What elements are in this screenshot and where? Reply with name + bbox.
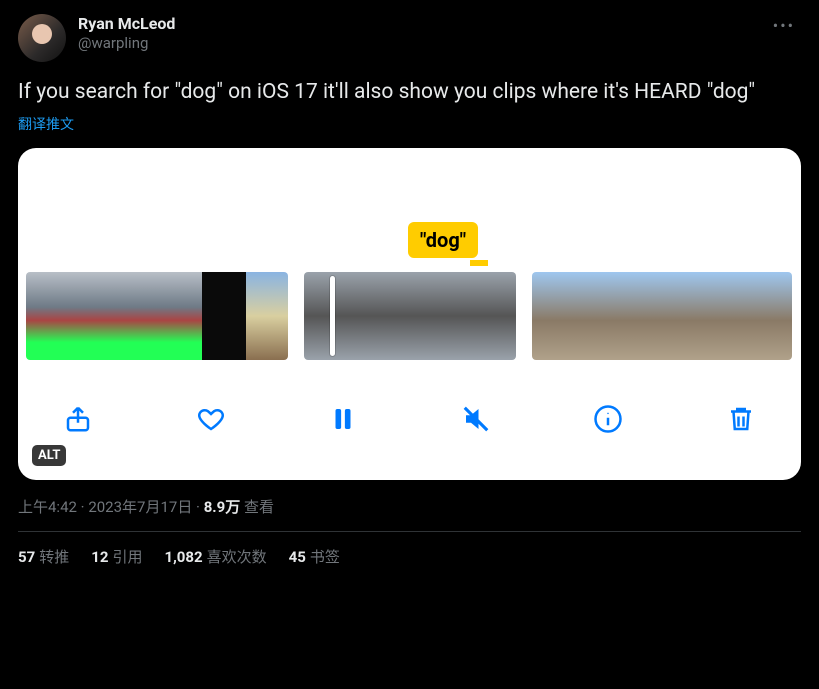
info-icon[interactable] [592, 403, 624, 435]
video-filmstrip[interactable] [18, 272, 801, 360]
author-names: Ryan McLeod @warpling [78, 14, 175, 53]
tweet-stats: 57转推 12引用 1,082 喜欢次数 45书签 [18, 532, 801, 581]
stat-likes[interactable]: 1,082 喜欢次数 [164, 546, 266, 567]
trash-icon[interactable] [725, 403, 757, 435]
clip-thumbnail[interactable] [304, 272, 516, 360]
caption-marker [470, 260, 488, 266]
meta-separator: · [192, 498, 203, 516]
playhead[interactable] [330, 276, 335, 356]
stat-label: 书签 [310, 548, 340, 566]
share-icon[interactable] [62, 403, 94, 435]
stat-count: 12 [91, 548, 108, 566]
stat-bookmarks[interactable]: 45书签 [289, 546, 340, 567]
translate-link[interactable]: 翻译推文 [18, 114, 74, 134]
stat-quotes[interactable]: 12引用 [91, 546, 142, 567]
mute-icon[interactable] [460, 403, 492, 435]
stat-count: 45 [289, 548, 306, 566]
handle[interactable]: @warpling [78, 34, 175, 53]
alt-badge[interactable]: ALT [32, 445, 66, 466]
stat-label: 引用 [112, 548, 142, 566]
tweet-header: Ryan McLeod @warpling ••• [18, 14, 801, 62]
meta-date[interactable]: 2023年7月17日 [88, 498, 192, 516]
stat-count: 1,082 [164, 548, 202, 566]
tweet: Ryan McLeod @warpling ••• If you search … [0, 0, 819, 581]
stat-label: 喜欢次数 [207, 548, 267, 566]
clip-thumbnail[interactable] [532, 272, 792, 360]
media-card[interactable]: "dog" [18, 148, 801, 480]
photos-toolbar [18, 390, 801, 448]
avatar[interactable] [18, 14, 66, 62]
meta-time[interactable]: 上午4:42 [18, 498, 77, 516]
tweet-meta: 上午4:42 · 2023年7月17日 · 8.9万 查看 [18, 496, 801, 517]
views-count: 8.9万 [204, 498, 241, 516]
stat-count: 57 [18, 548, 35, 566]
tweet-text: If you search for "dog" on iOS 17 it'll … [18, 78, 801, 106]
views-label: 查看 [240, 498, 274, 516]
more-icon[interactable]: ••• [767, 14, 801, 37]
caption-tooltip: "dog" [408, 222, 478, 258]
pause-icon[interactable] [327, 403, 359, 435]
meta-separator: · [77, 498, 88, 516]
clip-thumbnail[interactable] [26, 272, 288, 360]
stat-label: 转推 [39, 548, 69, 566]
stat-retweets[interactable]: 57转推 [18, 546, 69, 567]
heart-icon[interactable] [195, 403, 227, 435]
display-name[interactable]: Ryan McLeod [78, 14, 175, 34]
